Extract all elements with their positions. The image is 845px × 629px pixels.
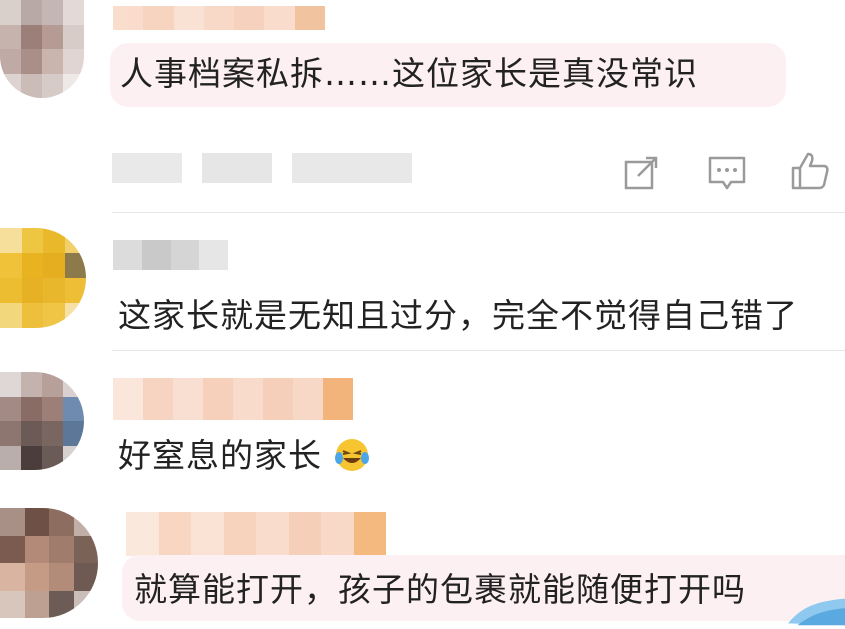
username-blurred[interactable]: [126, 512, 386, 556]
avatar[interactable]: [0, 0, 84, 98]
share-icon[interactable]: [620, 150, 664, 194]
comment-meta-blurred: [112, 153, 412, 183]
username-blurred[interactable]: [113, 240, 228, 270]
comment-text: 就算能打开，孩子的包裹就能随便打开吗: [134, 570, 746, 609]
avatar[interactable]: [0, 228, 86, 328]
avatar[interactable]: [0, 508, 98, 618]
thumbs-up-icon[interactable]: [788, 148, 832, 192]
divider: [112, 350, 845, 351]
avatar[interactable]: [0, 372, 84, 470]
decorative-wave-icon: [788, 598, 845, 626]
username-blurred[interactable]: [113, 6, 325, 30]
divider: [112, 212, 845, 213]
comment-icon[interactable]: [705, 150, 749, 194]
laughing-crying-emoji: [335, 439, 369, 471]
comment-text: 人事档案私拆……这位家长是真没常识: [120, 54, 698, 93]
username-blurred[interactable]: [113, 378, 353, 420]
comment-text: 好窒息的家长: [118, 436, 322, 475]
comment-text: 这家长就是无知且过分，完全不觉得自己错了: [118, 296, 798, 335]
